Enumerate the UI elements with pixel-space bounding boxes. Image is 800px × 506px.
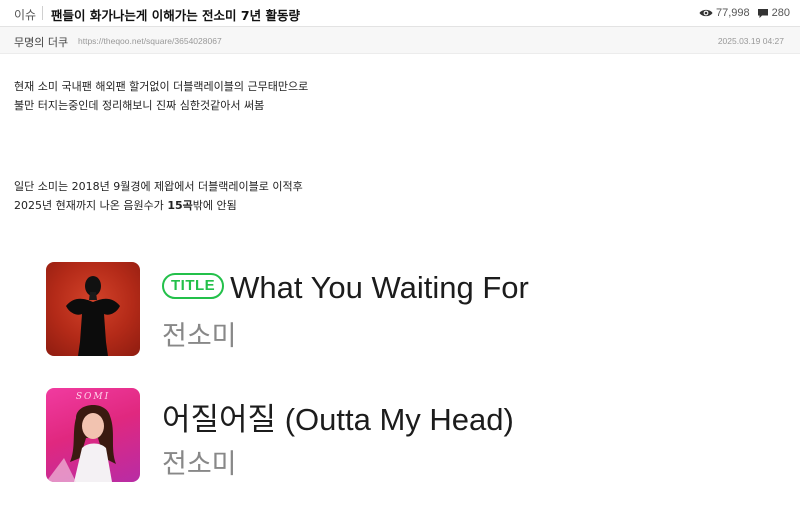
views-stat: 77,998 (699, 7, 750, 19)
post-url[interactable]: https://theqoo.net/square/3654028067 (78, 36, 222, 46)
post-stats: 77,998 280 (692, 7, 790, 19)
song-artist: 전소미 (162, 449, 237, 480)
song-count-highlight: 15곡 (167, 199, 193, 212)
text-line: 2025년 현재까지 나온 음원수가 15곡밖에 안됨 (14, 196, 303, 215)
post-header: 이슈 팬들이 화가나는게 이해가는 전소미 7년 활동량 77,998 280 (0, 0, 800, 27)
text-line: 현재 소미 국내팬 해외팬 할거없이 더블랙레이블의 근무태만으로 (14, 80, 309, 93)
comment-icon (757, 8, 769, 19)
author-name: 무명의 더쿠 (14, 36, 69, 49)
post-title: 팬들이 화가나는게 이해가는 전소미 7년 활동량 (51, 8, 300, 23)
title-badge: TITLE (162, 272, 225, 299)
paragraph-intro: 현재 소미 국내팬 해외팬 할거없이 더블랙레이블의 근무태만으로 불만 터지는… (14, 77, 308, 115)
song-title: What You Waiting For (230, 270, 529, 305)
album-cover: SOMI (46, 388, 140, 482)
text-span: 2025년 현재까지 나온 음원수가 (14, 199, 168, 212)
comments-count: 280 (771, 7, 790, 19)
comments-stat[interactable]: 280 (757, 7, 790, 19)
eye-icon (699, 8, 713, 18)
song-artist: 전소미 (162, 321, 237, 352)
song-title-line: TITLE What You Waiting For (162, 270, 529, 306)
album-cover-text: SOMI (75, 392, 111, 402)
views-count: 77,998 (715, 7, 750, 19)
album-art-figure (66, 276, 120, 356)
post-meta: 무명의 더쿠 https://theqoo.net/square/3654028… (0, 27, 800, 54)
paragraph-summary: 일단 소미는 2018년 9월경에 제왑에서 더블랙레이블로 이적후 2025년… (14, 177, 303, 215)
song-title: 어질어질 (Outta My Head) (162, 402, 514, 437)
text-line: 일단 소미는 2018년 9월경에 제왑에서 더블랙레이블로 이적후 (14, 180, 303, 193)
category-label[interactable]: 이슈 (14, 6, 36, 23)
album-art-figure (46, 404, 116, 482)
album-cover (46, 262, 140, 356)
text-span: 밖에 안됨 (192, 199, 237, 212)
post-date: 2025.03.19 04:27 (717, 36, 784, 46)
header-divider (42, 6, 43, 20)
text-line: 불만 터지는중인데 정리해보니 진짜 심한것같아서 써봄 (14, 99, 265, 112)
